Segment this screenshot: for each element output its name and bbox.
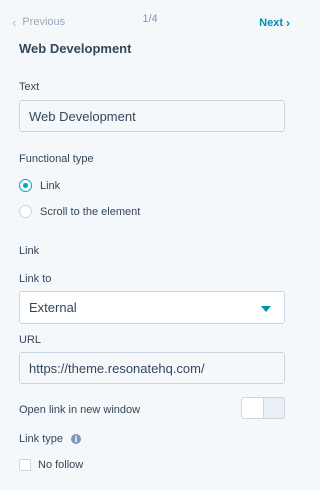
- link-type-label: Link type: [19, 433, 64, 445]
- link-to-select[interactable]: External: [19, 291, 285, 324]
- radio-label: Link: [40, 179, 61, 192]
- text-field-label: Text: [19, 81, 40, 93]
- wizard-nav: ‹ Previous 1/4 Next ›: [0, 0, 300, 40]
- link-to-label: Link to: [19, 273, 52, 285]
- step-counter: 1/4: [142, 13, 158, 25]
- next-button[interactable]: Next ›: [259, 16, 290, 30]
- link-type-row: Link type i: [19, 433, 82, 445]
- new-window-label: Open link in new window: [19, 404, 141, 416]
- no-follow-option[interactable]: No follow: [19, 459, 83, 471]
- link-to-value: External: [29, 300, 77, 315]
- next-label: Next: [259, 17, 283, 29]
- url-label: URL: [19, 334, 42, 346]
- no-follow-checkbox[interactable]: [19, 459, 31, 471]
- chevron-right-icon: ›: [286, 16, 290, 30]
- radio-option-link[interactable]: Link: [19, 179, 60, 192]
- toggle-knob[interactable]: [242, 398, 264, 418]
- new-window-toggle[interactable]: [241, 397, 285, 419]
- panel-title: Web Development: [19, 41, 132, 56]
- link-section-heading: Link: [19, 245, 40, 257]
- radio-label: Scroll to the element: [40, 205, 141, 218]
- info-icon[interactable]: i: [71, 434, 82, 444]
- no-follow-label: No follow: [38, 459, 84, 471]
- url-input[interactable]: https://theme.resonatehq.com/: [19, 352, 285, 384]
- radio-unselected-icon[interactable]: [19, 205, 32, 218]
- text-input[interactable]: Web Development: [19, 100, 285, 132]
- functional-type-label: Functional type: [19, 153, 94, 165]
- radio-option-scroll[interactable]: Scroll to the element: [19, 205, 140, 218]
- caret-down-icon: [261, 306, 271, 312]
- radio-selected-icon[interactable]: [19, 179, 32, 192]
